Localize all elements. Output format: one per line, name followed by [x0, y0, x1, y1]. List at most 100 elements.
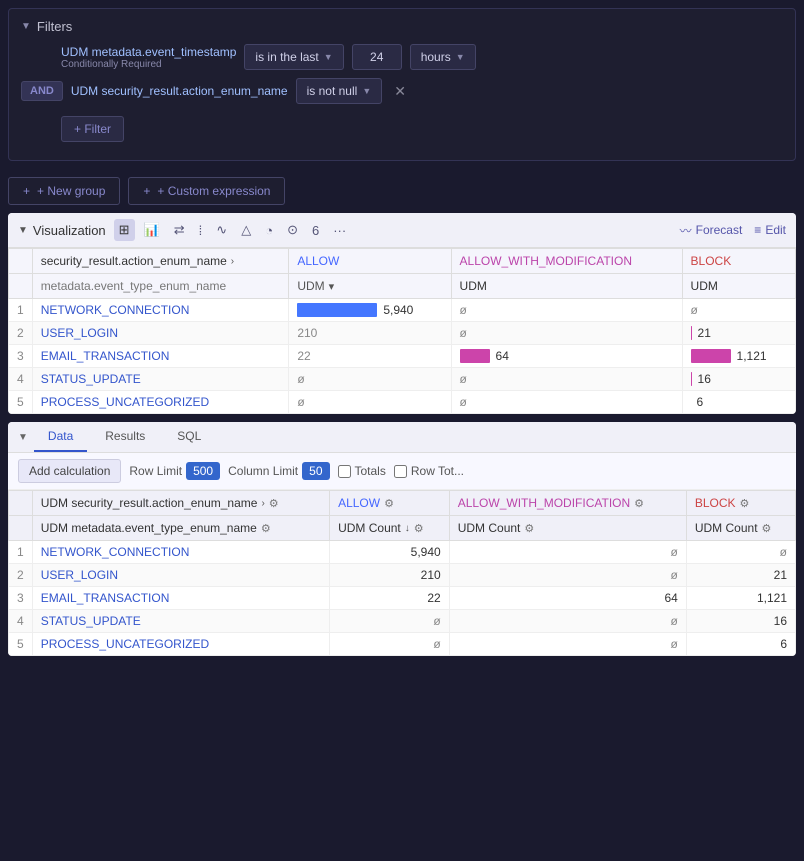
data-collapse-icon[interactable]: ▼	[18, 432, 28, 443]
bottom-row-block: 1,121	[686, 587, 795, 610]
bottom-row-block: 6	[686, 633, 795, 656]
new-group-button[interactable]: + + New group	[8, 177, 120, 205]
viz-table-row: 5PROCESS_UNCATEGORIZEDøø6	[9, 391, 796, 414]
filter-operator-2-dropdown[interactable]: is not null ▼	[296, 78, 383, 104]
viz-row-block: 16	[682, 368, 795, 391]
filter-unit-1-dropdown[interactable]: hours ▼	[410, 44, 476, 70]
operator-2-arrow-icon: ▼	[362, 86, 371, 96]
bottom-awm-header: ALLOW_WITH_MODIFICATION ⚙	[449, 491, 686, 516]
add-calculation-button[interactable]: Add calculation	[18, 459, 121, 483]
bottom-row-awm: ø	[449, 564, 686, 587]
bottom-row-allow: ø	[330, 633, 450, 656]
bottom-table: UDM security_result.action_enum_name › ⚙…	[8, 490, 796, 656]
filters-title: Filters	[37, 19, 72, 34]
bottom-row-name[interactable]: NETWORK_CONNECTION	[32, 541, 329, 564]
viz-block-udm-header: UDM	[682, 274, 795, 299]
viz-row-num: 1	[9, 299, 33, 322]
viz-row-name[interactable]: STATUS_UPDATE	[32, 368, 289, 391]
viz-right-actions: 〰 Forecast ≡ Edit	[680, 222, 786, 239]
viz-number-icon-btn[interactable]: 6	[307, 220, 324, 241]
viz-row-block: 6	[682, 391, 795, 414]
col-limit-value[interactable]: 50	[302, 462, 329, 480]
viz-row-awm: ø	[451, 322, 682, 345]
awm-gear-icon[interactable]: ⚙	[634, 497, 644, 510]
totals-checkbox[interactable]	[338, 465, 351, 478]
viz-row-block: ø	[682, 299, 795, 322]
viz-bar-icon-btn[interactable]: 📊	[139, 219, 165, 241]
bottom-table-row: 1NETWORK_CONNECTION5,940øø	[9, 541, 796, 564]
tab-data[interactable]: Data	[34, 422, 87, 452]
allow-udm-dropdown[interactable]: ▾	[329, 280, 335, 293]
bottom-row-name[interactable]: EMAIL_TRANSACTION	[32, 587, 329, 610]
viz-row-awm: ø	[451, 368, 682, 391]
viz-row-awm: 64	[451, 345, 682, 368]
bottom-table-row: 3EMAIL_TRANSACTION22641,121	[9, 587, 796, 610]
filter-field-label-1: UDM metadata.event_timestamp	[61, 45, 236, 59]
bottom-row-awm: ø	[449, 633, 686, 656]
bottom-row-name[interactable]: USER_LOGIN	[32, 564, 329, 587]
viz-dim2-num-header	[9, 274, 33, 299]
viz-collapse-icon[interactable]: ▼	[18, 225, 28, 236]
col-limit-group: Column Limit 50	[228, 462, 329, 480]
viz-title: ▼ Visualization	[18, 223, 106, 238]
viz-awm-udm-header: UDM	[451, 274, 682, 299]
viz-row-name[interactable]: USER_LOGIN	[32, 322, 289, 345]
bottom-row-name[interactable]: PROCESS_UNCATEGORIZED	[32, 633, 329, 656]
bottom-table-row: 4STATUS_UPDATEøø16	[9, 610, 796, 633]
operator-1-arrow-icon: ▼	[324, 52, 333, 62]
and-badge: AND	[21, 81, 63, 101]
viz-row-num: 5	[9, 391, 33, 414]
block-sub-gear-icon[interactable]: ⚙	[762, 522, 772, 535]
block-gear-icon[interactable]: ⚙	[740, 497, 750, 510]
viz-area-icon-btn[interactable]: △	[236, 219, 256, 241]
forecast-button[interactable]: 〰 Forecast	[680, 222, 743, 239]
viz-more-icon-btn[interactable]: ···	[328, 220, 351, 241]
viz-table-icon-btn[interactable]: ⊞	[114, 219, 135, 241]
tab-results[interactable]: Results	[91, 422, 159, 452]
data-toolbar: Add calculation Row Limit 500 Column Lim…	[8, 453, 796, 490]
bottom-row-name[interactable]: STATUS_UPDATE	[32, 610, 329, 633]
row-totals-checkbox[interactable]	[394, 465, 407, 478]
dim1-expand-icon[interactable]: ›	[261, 498, 264, 509]
viz-map-icon-btn[interactable]: ⊙	[282, 219, 303, 241]
edit-button[interactable]: ≡ Edit	[754, 223, 786, 237]
bottom-dim2-header: UDM metadata.event_type_enum_name ⚙	[32, 516, 329, 541]
viz-pie-icon-btn[interactable]: ◔	[260, 220, 278, 241]
bottom-block-sub-header: UDM Count ⚙	[686, 516, 795, 541]
viz-row-name[interactable]: NETWORK_CONNECTION	[32, 299, 289, 322]
dim-expand-icon[interactable]: ›	[231, 256, 234, 267]
filter-row-2: AND UDM security_result.action_enum_name…	[21, 78, 783, 104]
viz-row-name[interactable]: EMAIL_TRANSACTION	[32, 345, 289, 368]
viz-row-awm: ø	[451, 391, 682, 414]
add-filter-button[interactable]: + Filter	[61, 116, 124, 142]
awm-sub-gear-icon[interactable]: ⚙	[524, 522, 534, 535]
row-limit-group: Row Limit 500	[129, 462, 220, 480]
viz-table-row: 3EMAIL_TRANSACTION22641,121	[9, 345, 796, 368]
filter-value-1-input[interactable]	[352, 44, 402, 70]
bottom-dim2-num-header	[9, 516, 33, 541]
viz-line-icon-btn[interactable]: ∿	[211, 219, 232, 241]
allow-sub-gear-icon[interactable]: ⚙	[414, 522, 424, 535]
viz-row-name[interactable]: PROCESS_UNCATEGORIZED	[32, 391, 289, 414]
filter-field-timestamp: UDM metadata.event_timestamp Conditional…	[61, 45, 236, 70]
custom-expression-button[interactable]: + + Custom expression	[128, 177, 285, 205]
tab-sql[interactable]: SQL	[163, 422, 215, 452]
dim1-gear-icon[interactable]: ⚙	[269, 497, 279, 510]
data-section: ▼ Data Results SQL Add calculation Row L…	[8, 422, 796, 656]
filter-operator-1-dropdown[interactable]: is in the last ▼	[244, 44, 343, 70]
allow-sort-icon[interactable]: ↓	[405, 523, 410, 534]
bottom-row-block: 16	[686, 610, 795, 633]
viz-scatter-icon-btn[interactable]: ⁞	[194, 220, 208, 241]
filter-2-remove-button[interactable]: ✕	[390, 81, 410, 102]
bottom-row-num: 2	[9, 564, 33, 587]
dim2-gear-icon[interactable]: ⚙	[261, 522, 271, 535]
forecast-icon: 〰	[680, 222, 692, 239]
totals-group: Totals	[338, 464, 386, 478]
filters-collapse-icon[interactable]: ▼	[21, 21, 31, 32]
viz-row-num: 4	[9, 368, 33, 391]
viz-pivot-icon-btn[interactable]: ⇄	[169, 219, 190, 241]
allow-gear-icon[interactable]: ⚙	[384, 497, 394, 510]
viz-awm-header: ALLOW_WITH_MODIFICATION	[451, 249, 682, 274]
row-limit-value[interactable]: 500	[186, 462, 220, 480]
viz-row-allow: 210	[289, 322, 451, 345]
